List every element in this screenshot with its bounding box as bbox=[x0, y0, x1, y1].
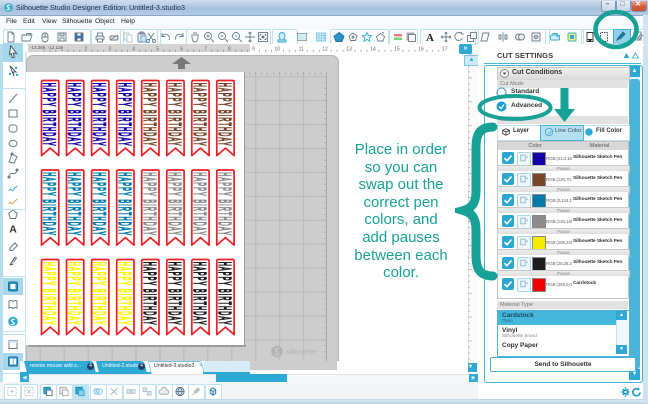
svg-text:HAPPY BIRTHDAY: HAPPY BIRTHDAY bbox=[65, 262, 85, 326]
svg-text:HAPPY BIRTHDAY: HAPPY BIRTHDAY bbox=[115, 83, 135, 147]
svg-text:HAPPY BIRTHDAY: HAPPY BIRTHDAY bbox=[40, 262, 60, 326]
svg-text:HAPPY BIRTHDAY: HAPPY BIRTHDAY bbox=[215, 172, 235, 236]
svg-text:HAPPY BIRTHDAY: HAPPY BIRTHDAY bbox=[140, 83, 160, 147]
svg-text:HAPPY BIRTHDAY: HAPPY BIRTHDAY bbox=[140, 262, 160, 326]
svg-text:HAPPY BIRTHDAY: HAPPY BIRTHDAY bbox=[115, 262, 135, 326]
svg-text:HAPPY BIRTHDAY: HAPPY BIRTHDAY bbox=[215, 83, 235, 147]
svg-text:HAPPY BIRTHDAY: HAPPY BIRTHDAY bbox=[40, 172, 60, 236]
svg-text:HAPPY BIRTHDAY: HAPPY BIRTHDAY bbox=[40, 83, 60, 147]
svg-text:HAPPY BIRTHDAY: HAPPY BIRTHDAY bbox=[190, 172, 210, 236]
svg-text:HAPPY BIRTHDAY: HAPPY BIRTHDAY bbox=[215, 262, 235, 326]
svg-text:HAPPY BIRTHDAY: HAPPY BIRTHDAY bbox=[140, 172, 160, 236]
svg-text:HAPPY BIRTHDAY: HAPPY BIRTHDAY bbox=[90, 172, 110, 236]
svg-text:HAPPY BIRTHDAY: HAPPY BIRTHDAY bbox=[165, 172, 185, 236]
svg-text:HAPPY BIRTHDAY: HAPPY BIRTHDAY bbox=[65, 83, 85, 147]
svg-text:HAPPY BIRTHDAY: HAPPY BIRTHDAY bbox=[90, 83, 110, 147]
svg-text:HAPPY BIRTHDAY: HAPPY BIRTHDAY bbox=[165, 83, 185, 147]
svg-text:HAPPY BIRTHDAY: HAPPY BIRTHDAY bbox=[190, 262, 210, 326]
svg-text:HAPPY BIRTHDAY: HAPPY BIRTHDAY bbox=[65, 172, 85, 236]
svg-text:HAPPY BIRTHDAY: HAPPY BIRTHDAY bbox=[190, 83, 210, 147]
svg-text:HAPPY BIRTHDAY: HAPPY BIRTHDAY bbox=[90, 262, 110, 326]
svg-text:HAPPY BIRTHDAY: HAPPY BIRTHDAY bbox=[115, 172, 135, 236]
svg-text:HAPPY BIRTHDAY: HAPPY BIRTHDAY bbox=[165, 262, 185, 326]
